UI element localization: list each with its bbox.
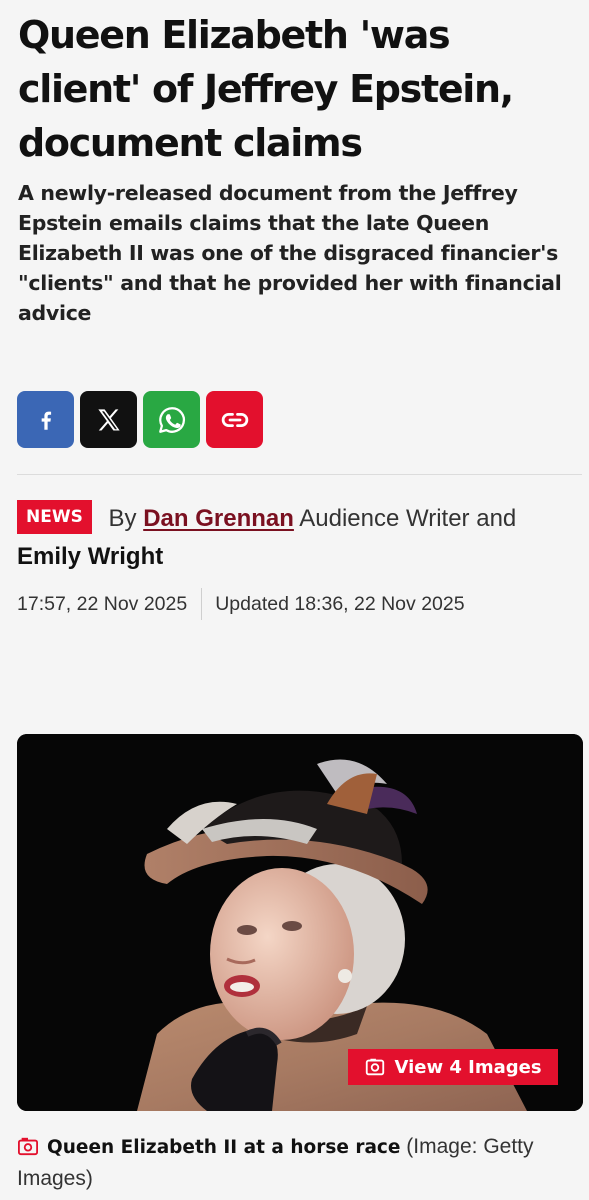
byline-by: By <box>108 505 137 532</box>
author-link-dan-grennan[interactable]: Dan Grennan <box>143 505 294 532</box>
share-facebook-button[interactable] <box>17 391 74 448</box>
news-badge[interactable]: NEWS <box>17 500 92 534</box>
gallery-icon <box>366 1058 385 1076</box>
whatsapp-icon <box>158 406 185 433</box>
article-dates: 17:57, 22 Nov 2025 Updated 18:36, 22 Nov… <box>17 588 465 620</box>
published-date: 17:57, 22 Nov 2025 <box>17 592 188 615</box>
divider <box>17 474 582 475</box>
author-role: Audience Writer <box>299 505 470 532</box>
view-images-button[interactable]: View 4 Images <box>348 1049 558 1085</box>
share-bar <box>17 391 263 448</box>
share-x-button[interactable] <box>80 391 137 448</box>
share-whatsapp-button[interactable] <box>143 391 200 448</box>
facebook-icon <box>41 411 51 430</box>
image-caption: Queen Elizabeth II at a horse race (Imag… <box>17 1131 583 1194</box>
link-icon <box>221 412 248 427</box>
date-separator <box>201 588 203 620</box>
hero-image[interactable]: View 4 Images <box>17 734 583 1111</box>
updated-date: Updated 18:36, 22 Nov 2025 <box>215 592 465 615</box>
copy-link-button[interactable] <box>206 391 263 448</box>
author-emily-wright: Emily Wright <box>17 543 164 570</box>
camera-icon <box>18 1137 38 1156</box>
caption-text: Queen Elizabeth II at a horse race <box>47 1137 401 1158</box>
x-icon <box>97 408 120 430</box>
view-images-label: View 4 Images <box>394 1056 542 1078</box>
standfirst: A newly-released document from the Jeffr… <box>18 181 562 325</box>
headline: Queen Elizabeth 'was client' of Jeffrey … <box>18 13 514 165</box>
byline-and: and <box>476 505 517 532</box>
byline: NEWS By Dan Grennan Audience Writer and … <box>17 500 577 576</box>
